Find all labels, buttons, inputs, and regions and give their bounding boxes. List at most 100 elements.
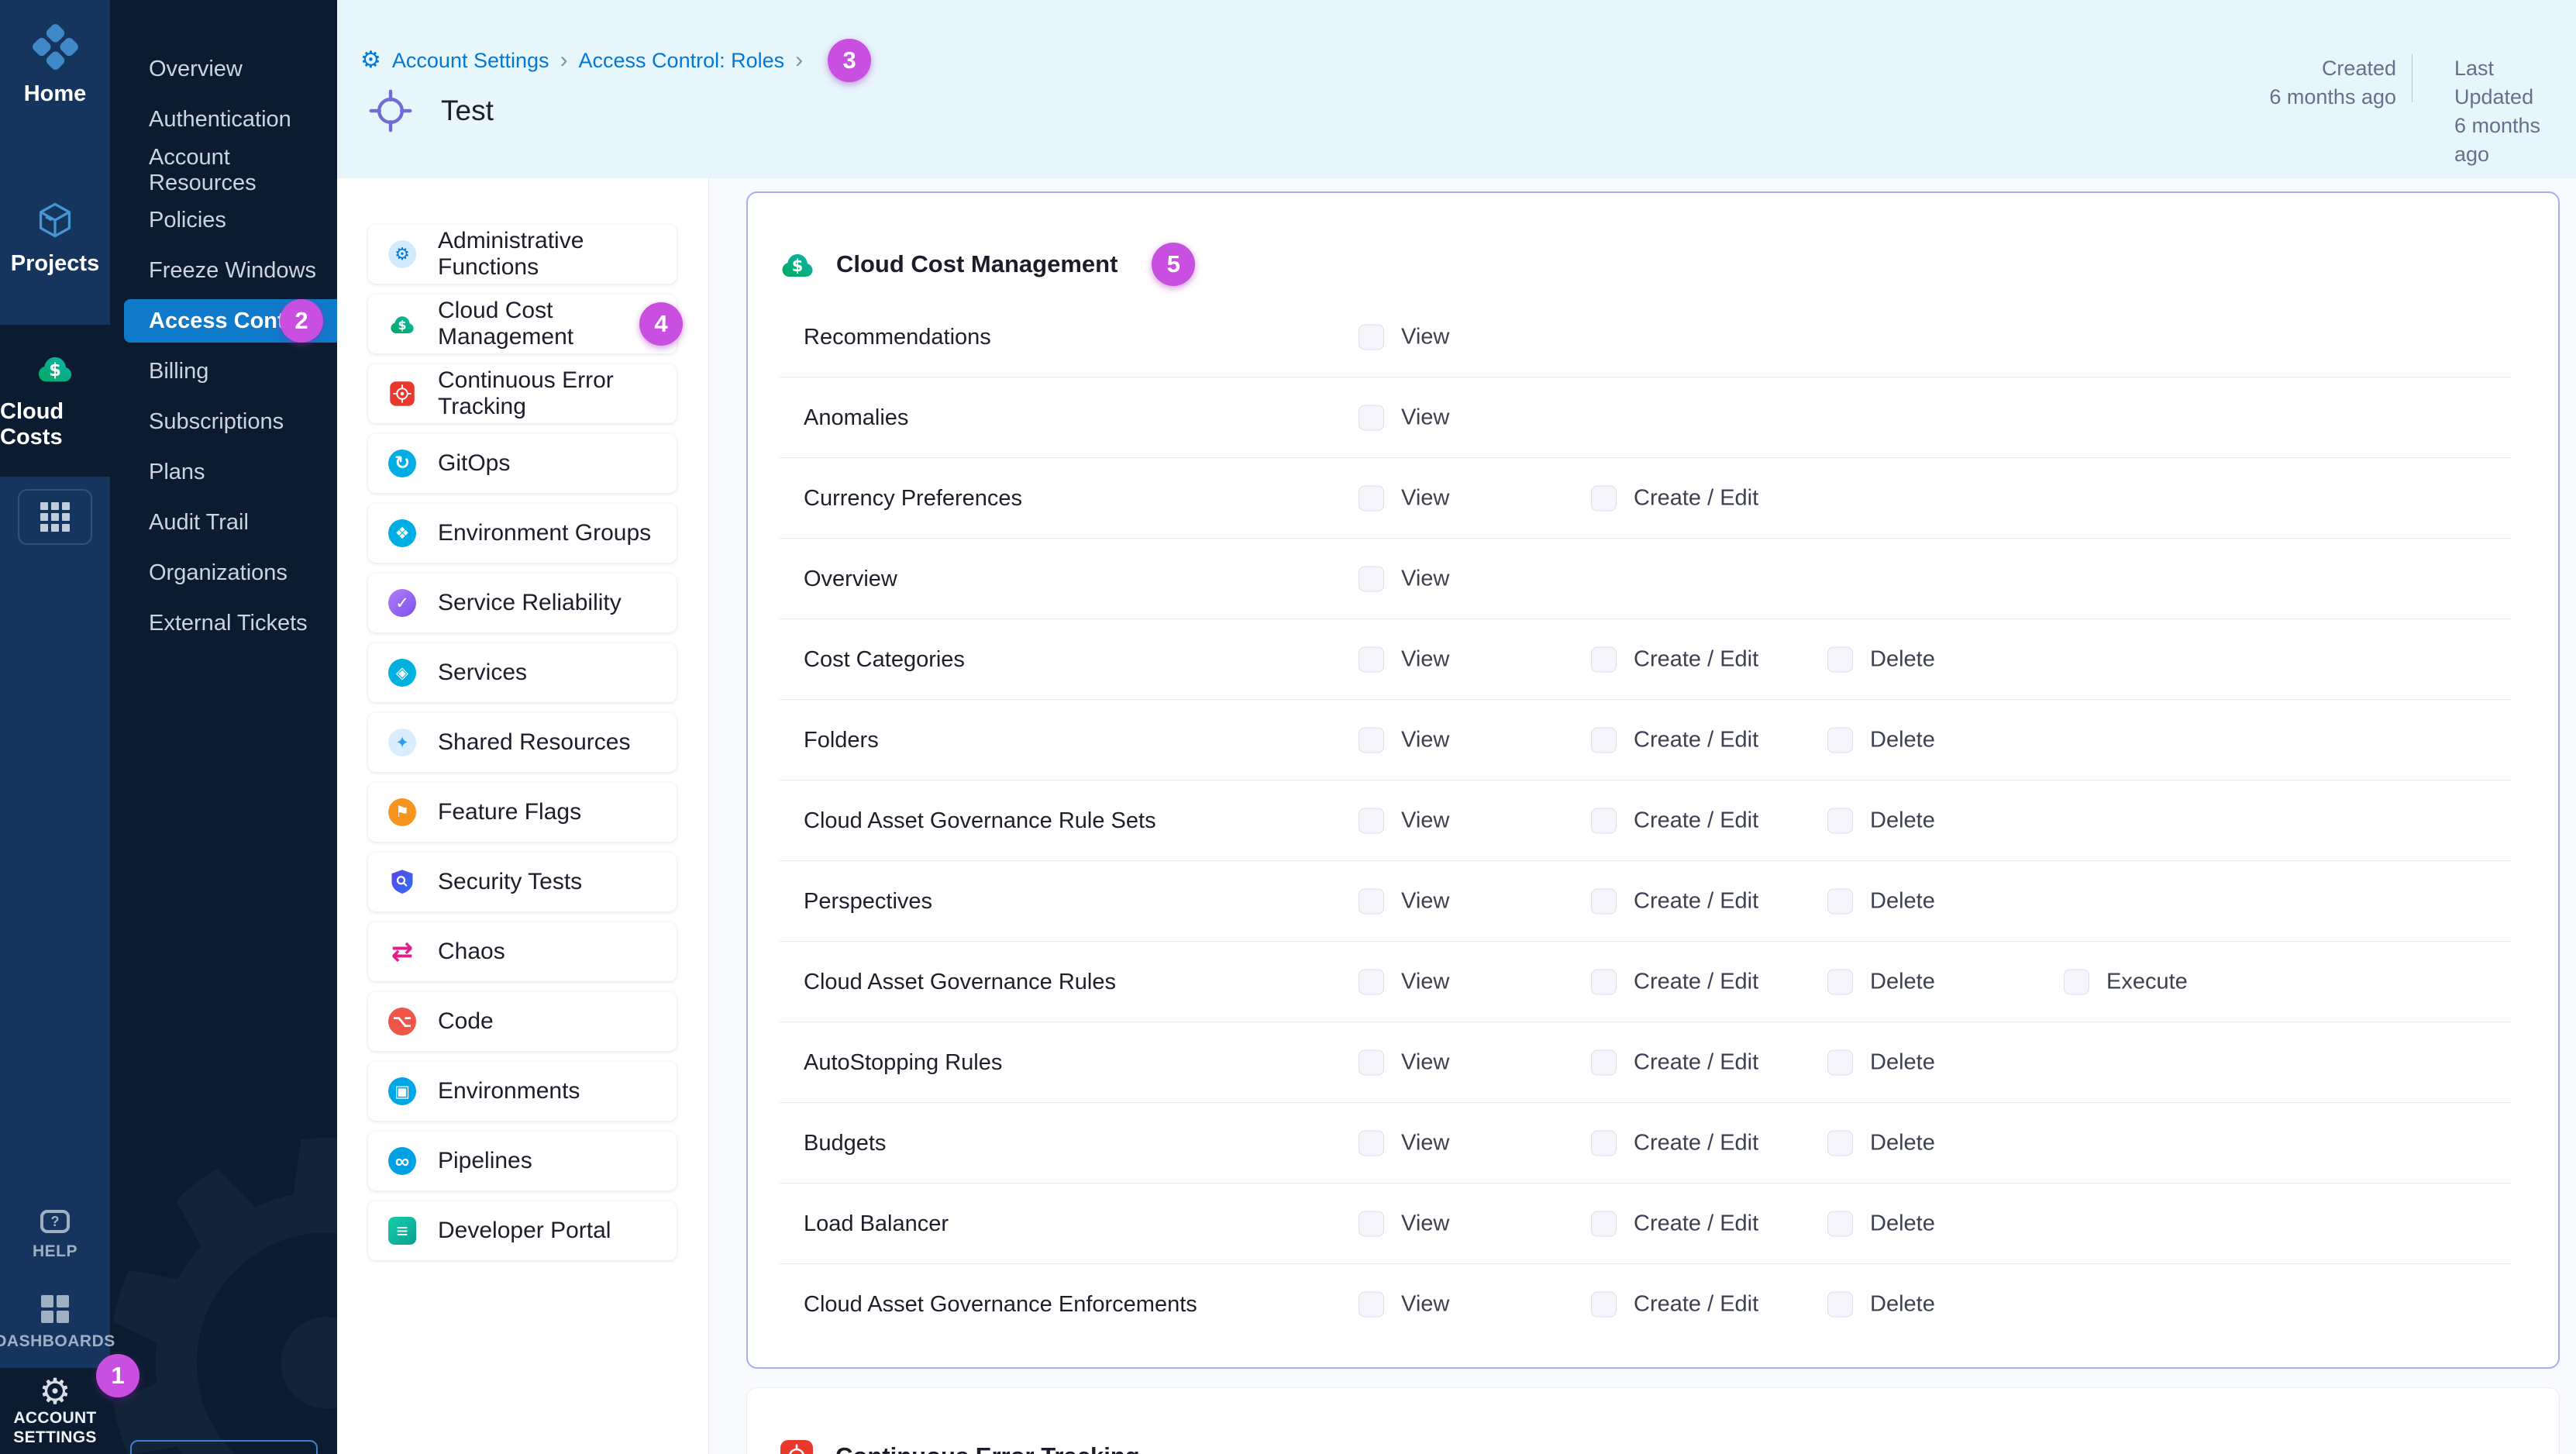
rail-item-projects[interactable]: Projects <box>0 181 110 292</box>
budgets-view-checkbox[interactable] <box>1359 1131 1384 1156</box>
cloud-asset-governance-enforcements-view-checkbox[interactable] <box>1359 1292 1384 1318</box>
sidebar-item-help[interactable]: ?HELP <box>0 1193 110 1278</box>
sidebar-item-overview[interactable]: Overview <box>110 44 337 95</box>
resource-group-chaos[interactable]: ⇄Chaos <box>368 922 677 981</box>
cloud-asset-governance-rule-sets-delete-checkbox[interactable] <box>1827 808 1853 834</box>
folders-create-edit-checkbox[interactable] <box>1591 728 1617 753</box>
cloud-asset-governance-rules-view-checkbox[interactable] <box>1359 970 1384 995</box>
resource-group-feature-flags[interactable]: ⚑Feature Flags <box>368 783 677 842</box>
sidebar-item-external-tickets[interactable]: External Tickets <box>110 598 337 649</box>
permission-action-create-edit: Create / Edit <box>1591 1211 1758 1237</box>
resource-group-developer-portal[interactable]: ≡Developer Portal <box>368 1201 677 1260</box>
sidebar-item-dashboards[interactable]: DASHBOARDS <box>0 1278 110 1368</box>
permission-row-autostopping-rules: AutoStopping RulesViewCreate / EditDelet… <box>748 1022 2558 1103</box>
cloud-asset-governance-rule-sets-create-edit-checkbox[interactable] <box>1591 808 1617 834</box>
currency-preferences-view-checkbox[interactable] <box>1359 486 1384 512</box>
resource-group-gitops[interactable]: ↻GitOps <box>368 434 677 493</box>
page-body: ⚙Administrative Functions $Cloud Cost Man… <box>337 178 2576 1454</box>
budgets-create-edit-checkbox[interactable] <box>1591 1131 1617 1156</box>
resource-group-services[interactable]: ◈Services <box>368 643 677 702</box>
load-balancer-create-edit-checkbox[interactable] <box>1591 1211 1617 1237</box>
checkbox-label: Create / Edit <box>1634 647 1758 673</box>
checkbox-label: Execute <box>2106 970 2188 995</box>
rail-item-cloud-costs[interactable]: $Cloud Costs <box>0 325 110 477</box>
module-rail: Home Projects $Cloud Costs ?HELPDASHBOARDS… <box>0 0 110 1454</box>
resource-group-label: Environment Groups <box>438 520 651 546</box>
load-balancer-view-checkbox[interactable] <box>1359 1211 1384 1237</box>
cost-categories-delete-checkbox[interactable] <box>1827 647 1853 673</box>
shared-resources-icon: ✦ <box>388 729 416 756</box>
sidebar-bottom-widget[interactable] <box>130 1440 318 1454</box>
sidebar-item-authentication[interactable]: Authentication <box>110 95 337 145</box>
checkbox-label: Create / Edit <box>1634 970 1758 995</box>
perspectives-delete-checkbox[interactable] <box>1827 889 1853 915</box>
cloud-asset-governance-rule-sets-view-checkbox[interactable] <box>1359 808 1384 834</box>
checkbox-label: View <box>1401 728 1449 753</box>
currency-preferences-create-edit-checkbox[interactable] <box>1591 486 1617 512</box>
sidebar-item-policies[interactable]: Policies <box>110 195 337 246</box>
breadcrumb-link-access-control-roles[interactable]: Access Control: Roles <box>579 49 785 73</box>
rail-item-label: Home <box>24 81 87 107</box>
resource-group-environment-groups[interactable]: ❖Environment Groups <box>368 504 677 563</box>
continuous-error-tracking-icon <box>388 380 416 408</box>
resource-group-service-reliability[interactable]: ✓Service Reliability <box>368 574 677 632</box>
autostopping-rules-view-checkbox[interactable] <box>1359 1050 1384 1076</box>
load-balancer-delete-checkbox[interactable] <box>1827 1211 1853 1237</box>
sidebar-item-label: Policies <box>149 208 226 233</box>
environments-icon: ▣ <box>388 1077 416 1105</box>
overview-view-checkbox[interactable] <box>1359 567 1384 592</box>
cloud-asset-governance-rules-create-edit-checkbox[interactable] <box>1591 970 1617 995</box>
cloud-asset-governance-enforcements-delete-checkbox[interactable] <box>1827 1292 1853 1318</box>
recommendations-view-checkbox[interactable] <box>1359 325 1384 350</box>
chaos-icon: ⇄ <box>388 938 416 966</box>
resource-group-code[interactable]: ⌥Code <box>368 992 677 1051</box>
cloud-asset-governance-rules-execute-checkbox[interactable] <box>2064 970 2089 995</box>
resource-group-label: Service Reliability <box>438 590 622 616</box>
breadcrumb: ⚙Account Settings›Access Control: Roles›… <box>360 39 871 82</box>
cost-categories-create-edit-checkbox[interactable] <box>1591 647 1617 673</box>
sidebar-item-account-resources[interactable]: Account Resources <box>110 145 337 195</box>
perspectives-view-checkbox[interactable] <box>1359 889 1384 915</box>
sidebar-item-audit-trail[interactable]: Audit Trail <box>110 498 337 548</box>
resource-group-label: Continuous Error Tracking <box>438 367 677 420</box>
permission-action-delete: Delete <box>1827 1292 1935 1318</box>
resource-group-administrative-functions[interactable]: ⚙Administrative Functions <box>368 225 677 284</box>
chevron-separator: › <box>795 47 803 74</box>
sidebar-item-billing[interactable]: Billing <box>110 346 337 397</box>
ccm-panel-title: Cloud Cost Management <box>836 250 1118 278</box>
folders-view-checkbox[interactable] <box>1359 728 1384 753</box>
sidebar-item-subscriptions[interactable]: Subscriptions <box>110 397 337 447</box>
resource-group-label: Environments <box>438 1078 580 1104</box>
budgets-delete-checkbox[interactable] <box>1827 1131 1853 1156</box>
autostopping-rules-delete-checkbox[interactable] <box>1827 1050 1853 1076</box>
cloud-asset-governance-rules-delete-checkbox[interactable] <box>1827 970 1853 995</box>
cloud-asset-governance-enforcements-create-edit-checkbox[interactable] <box>1591 1292 1617 1318</box>
resource-group-shared-resources[interactable]: ✦Shared Resources <box>368 713 677 772</box>
permission-row-budgets: BudgetsViewCreate / EditDelete <box>748 1103 2558 1184</box>
module-picker-button[interactable] <box>18 489 92 545</box>
folders-delete-checkbox[interactable] <box>1827 728 1853 753</box>
permission-label: Cloud Asset Governance Enforcements <box>804 1292 1197 1318</box>
rail-item-home[interactable]: Home <box>0 0 110 122</box>
autostopping-rules-create-edit-checkbox[interactable] <box>1591 1050 1617 1076</box>
resource-group-security-tests[interactable]: Security Tests <box>368 853 677 911</box>
checkbox-label: View <box>1401 1050 1449 1076</box>
resource-group-label: Security Tests <box>438 869 582 895</box>
sidebar-item-plans[interactable]: Plans <box>110 447 337 498</box>
cost-categories-view-checkbox[interactable] <box>1359 647 1384 673</box>
resource-group-environments[interactable]: ▣ Environments <box>368 1062 677 1121</box>
perspectives-create-edit-checkbox[interactable] <box>1591 889 1617 915</box>
sidebar-item-freeze-windows[interactable]: Freeze Windows <box>110 246 337 296</box>
resource-group-continuous-error-tracking[interactable]: Continuous Error Tracking <box>368 364 677 423</box>
sidebar-item-access-control[interactable]: Access Control2 <box>124 299 337 343</box>
sidebar-item-label: Billing <box>149 359 208 384</box>
checkbox-label: Create / Edit <box>1634 728 1758 753</box>
breadcrumb-link-account-settings[interactable]: Account Settings <box>392 49 549 73</box>
resource-group-cloud-cost-management[interactable]: $Cloud Cost Management4 <box>368 295 677 353</box>
sidebar-item-account-settings[interactable]: ⚙ ACCOUNT SETTINGS <box>0 1368 110 1454</box>
resource-group-pipelines[interactable]: ∞Pipelines <box>368 1132 677 1190</box>
sidebar-item-label: Organizations <box>149 560 288 586</box>
sidebar-item-organizations[interactable]: Organizations <box>110 548 337 598</box>
permission-action-view: View <box>1359 970 1449 995</box>
anomalies-view-checkbox[interactable] <box>1359 405 1384 431</box>
